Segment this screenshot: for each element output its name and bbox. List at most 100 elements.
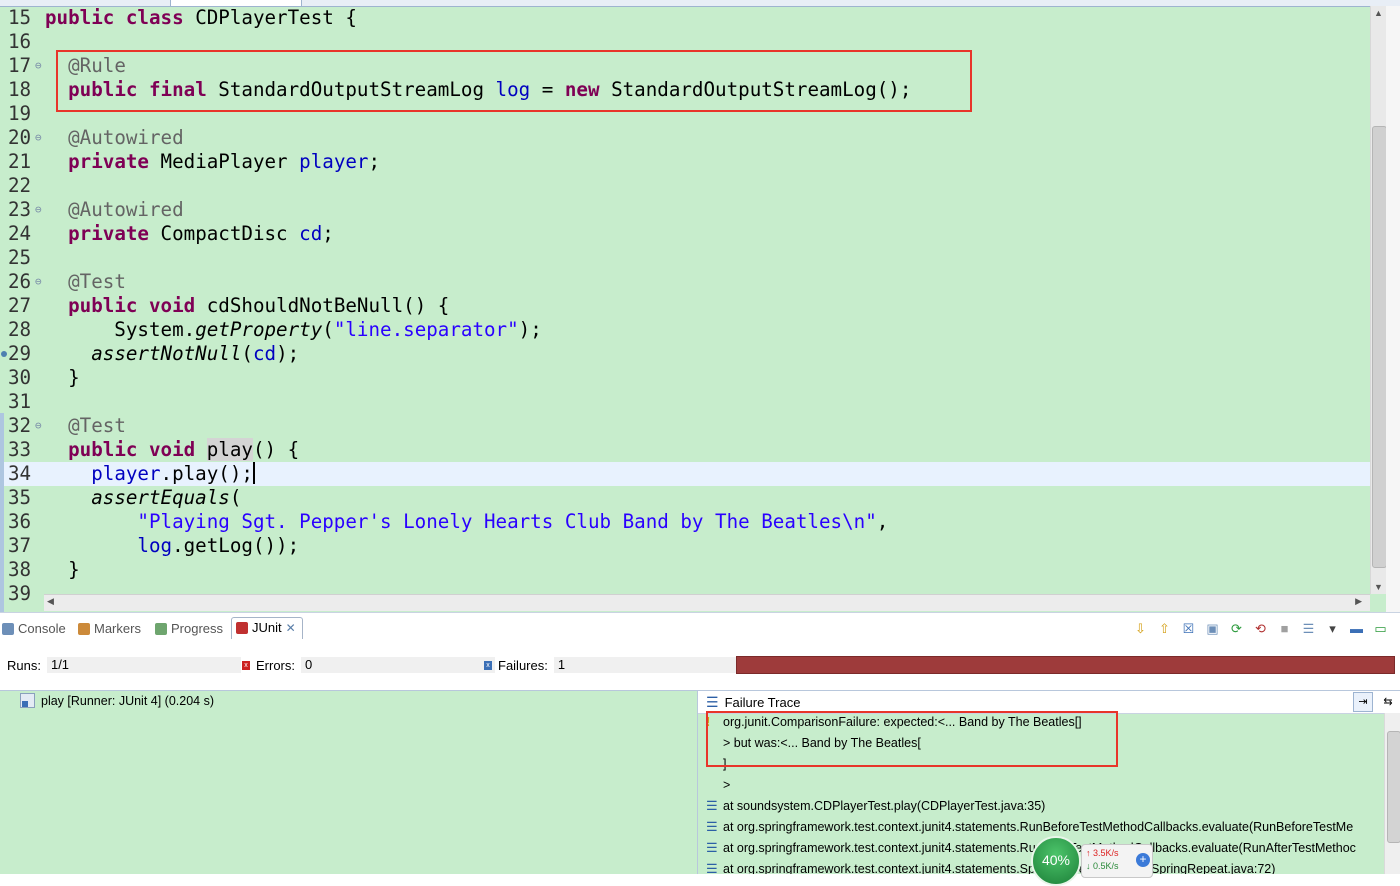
memory-percent-ball[interactable]: 40% xyxy=(1031,836,1081,886)
editor-horizontal-scrollbar[interactable]: ◀ ▶ xyxy=(44,594,1370,611)
code-text[interactable]: public void cdShouldNotBeNull() { xyxy=(45,294,449,318)
network-monitor-widget[interactable]: 40% ↑ 3.5K/s ↓ 0.5K/s + xyxy=(1031,836,1156,886)
failure-trace-title: ☰ Failure Trace xyxy=(706,694,800,711)
plus-icon[interactable]: + xyxy=(1136,853,1150,867)
trace-vertical-scrollbar[interactable] xyxy=(1384,713,1400,874)
code-text[interactable]: private MediaPlayer player; xyxy=(45,150,380,174)
tab-junit[interactable]: JUnit ✕ xyxy=(231,617,303,639)
failures-value: 1 xyxy=(553,657,748,673)
tab-markers[interactable]: Markers xyxy=(78,621,141,636)
fold-toggle-icon[interactable]: ⊖ xyxy=(35,54,42,78)
code-token: private xyxy=(68,222,149,245)
fold-toggle-icon[interactable]: ⊖ xyxy=(35,198,42,222)
fold-toggle-icon[interactable]: ⊖ xyxy=(35,414,42,438)
code-line[interactable]: 22 xyxy=(0,174,1370,198)
code-line[interactable]: 23 ⊖ @Autowired xyxy=(0,198,1370,222)
code-line[interactable]: 24 private CompactDisc cd; xyxy=(0,222,1370,246)
code-line[interactable]: 35 assertEquals( xyxy=(0,486,1370,510)
text-caret xyxy=(252,462,255,484)
code-text[interactable]: public class CDPlayerTest { xyxy=(45,6,357,30)
editor-vertical-scrollbar[interactable]: ▲ ▼ xyxy=(1370,6,1387,594)
code-line[interactable]: 20 ⊖ @Autowired xyxy=(0,126,1370,150)
code-text[interactable]: log.getLog()); xyxy=(45,534,299,558)
scroll-left-arrow-icon[interactable]: ◀ xyxy=(47,596,54,607)
code-text[interactable]: @Test xyxy=(45,414,126,438)
fold-toggle-icon[interactable]: ⊖ xyxy=(35,126,42,150)
scroll-up-arrow-icon[interactable]: ▲ xyxy=(1374,8,1383,18)
overview-ruler[interactable] xyxy=(1386,6,1400,612)
test-run-history-icon[interactable]: ☰ xyxy=(1301,621,1316,636)
line-number: 18 xyxy=(8,78,32,101)
code-token: assertEquals xyxy=(91,486,230,509)
code-line[interactable]: 21 private MediaPlayer player; xyxy=(0,150,1370,174)
code-editor[interactable]: 15 public class CDPlayerTest {16 17 ⊖ @Rule… xyxy=(0,0,1400,612)
maximize-icon[interactable]: ▭ xyxy=(1373,621,1388,636)
code-text[interactable]: player.play(); xyxy=(45,462,255,486)
code-text[interactable]: System.getProperty("line.separator"); xyxy=(45,318,541,342)
trace-line[interactable]: ☰at org.springframework.test.context.jun… xyxy=(706,820,1353,834)
errors-value: 0 xyxy=(301,657,495,673)
code-line[interactable]: 33 public void play() { xyxy=(0,438,1370,462)
rerun-failed-first-icon[interactable]: ⟲ xyxy=(1253,621,1268,636)
scroll-right-arrow-icon[interactable]: ▶ xyxy=(1355,596,1362,607)
code-text[interactable]: private CompactDisc cd; xyxy=(45,222,334,246)
fold-toggle-icon[interactable]: ⊖ xyxy=(35,270,42,294)
line-number: 30 xyxy=(8,366,32,389)
code-token: "Playing Sgt. Pepper's Lonely Hearts Clu… xyxy=(137,510,877,533)
code-token: @Autowired xyxy=(68,126,184,149)
tab-console[interactable]: Console xyxy=(2,621,66,636)
code-line[interactable]: 25 xyxy=(0,246,1370,270)
tab-progress[interactable]: Progress xyxy=(155,621,223,636)
trace-scrollbar-thumb[interactable] xyxy=(1387,731,1400,843)
code-text[interactable]: @Test xyxy=(45,270,126,294)
code-text[interactable]: assertEquals( xyxy=(45,486,241,510)
code-line[interactable]: 28 System.getProperty("line.separator"); xyxy=(0,318,1370,342)
errors-counter: x Errors: 0 xyxy=(242,657,495,673)
breakpoint-marker-icon[interactable] xyxy=(1,351,7,357)
trace-line[interactable]: > xyxy=(706,778,730,792)
scroll-down-arrow-icon[interactable]: ▼ xyxy=(1374,582,1383,592)
code-text[interactable]: assertNotNull(cd); xyxy=(45,342,299,366)
code-text[interactable]: public void play() { xyxy=(45,438,299,462)
code-line[interactable]: 31 xyxy=(0,390,1370,414)
close-icon[interactable]: ✕ xyxy=(286,621,296,635)
code-line[interactable]: 37 log.getLog()); xyxy=(0,534,1370,558)
code-line[interactable]: 30 } xyxy=(0,366,1370,390)
view-menu-icon[interactable]: ▾ xyxy=(1325,621,1340,636)
tab-markers-label: Markers xyxy=(94,621,141,636)
code-line[interactable]: 36 "Playing Sgt. Pepper's Lonely Hearts … xyxy=(0,510,1370,534)
code-line[interactable]: 32 ⊖ @Test xyxy=(0,414,1370,438)
code-line[interactable]: 15 public class CDPlayerTest { xyxy=(0,6,1370,30)
filter-stack-icon[interactable]: ⇥ xyxy=(1353,692,1373,712)
code-text[interactable]: "Playing Sgt. Pepper's Lonely Hearts Clu… xyxy=(45,510,888,534)
trace-line[interactable]: ☰ at soundsystem.CDPlayerTest.play(CDPlay… xyxy=(706,799,1045,813)
code-token: .getLog()); xyxy=(172,534,300,557)
code-text[interactable]: @Autowired xyxy=(45,126,184,150)
scroll-lock-icon[interactable]: ▣ xyxy=(1205,621,1220,636)
code-token: @Test xyxy=(68,414,126,437)
previous-failure-icon[interactable]: ⇧ xyxy=(1157,621,1172,636)
code-text[interactable]: } xyxy=(45,558,80,582)
stop-icon[interactable]: ■ xyxy=(1277,621,1292,636)
trace-line[interactable]: ☰at org.springframework.test.context.jun… xyxy=(706,862,1275,874)
scrollbar-thumb[interactable] xyxy=(1372,126,1387,568)
code-text[interactable]: } xyxy=(45,366,80,390)
code-line[interactable]: 38 } xyxy=(0,558,1370,582)
minimize-icon[interactable]: ▬ xyxy=(1349,621,1364,636)
code-text[interactable]: @Autowired xyxy=(45,198,184,222)
code-line[interactable]: 27 public void cdShouldNotBeNull() { xyxy=(0,294,1370,318)
next-failure-icon[interactable]: ⇩ xyxy=(1133,621,1148,636)
code-line[interactable]: 34 player.play(); xyxy=(0,462,1370,486)
tab-progress-label: Progress xyxy=(171,621,224,636)
download-speed: ↓ 0.5K/s xyxy=(1086,861,1119,871)
test-tree-item[interactable]: play [Runner: JUnit 4] (0.204 s) xyxy=(20,693,214,708)
rerun-test-icon[interactable]: ⟳ xyxy=(1229,621,1244,636)
test-tree[interactable]: play [Runner: JUnit 4] (0.204 s) xyxy=(0,690,697,874)
compare-result-icon[interactable]: ⇆ xyxy=(1378,692,1398,712)
show-failures-only-icon[interactable]: ☒ xyxy=(1181,621,1196,636)
code-line[interactable]: 29 assertNotNull(cd); xyxy=(0,342,1370,366)
code-line[interactable]: 26 ⊖ @Test xyxy=(0,270,1370,294)
